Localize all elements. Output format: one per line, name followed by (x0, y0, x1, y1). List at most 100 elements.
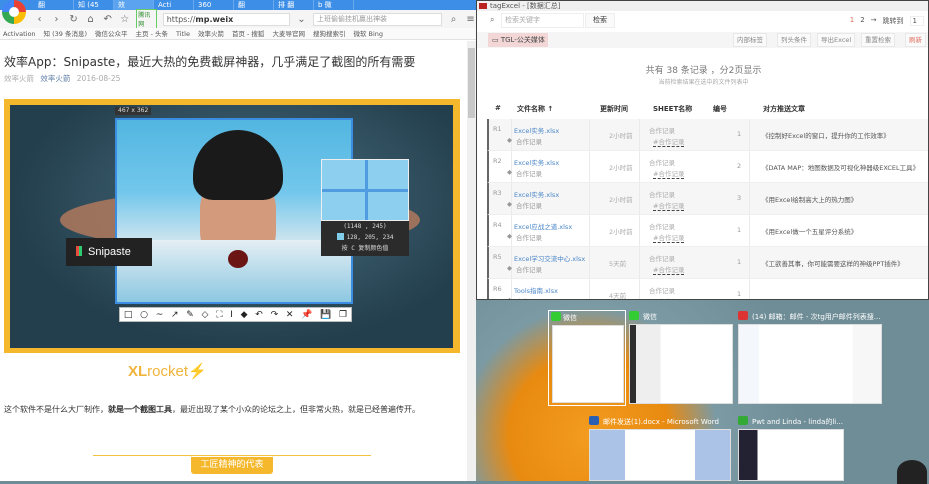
cell-file[interactable]: Excel学习交流中心.xlsx (514, 253, 585, 263)
column-divider (511, 215, 512, 246)
browser-tab[interactable]: 翻 (234, 0, 274, 10)
internal-tag-button[interactable]: 内部标签 (733, 33, 767, 47)
search-button[interactable]: 检索 (585, 13, 615, 28)
cell-file[interactable]: Excel实务.xlsx (514, 189, 559, 199)
url-prefix: https:// (166, 14, 196, 24)
window-thumb-wechat-2[interactable]: 微信 (629, 310, 733, 406)
window-thumb-linda[interactable]: Pwt and Linda - linda的li... (738, 415, 844, 481)
col-filename[interactable]: 文件名称 ↑ (517, 104, 553, 114)
column-filter-button[interactable]: 列头条件 (777, 33, 811, 47)
article-meta: 效率火箭 效率火箭 2016-08-25 (4, 73, 120, 84)
bookmark-item[interactable]: 大麦导官网 (272, 28, 305, 39)
bookmark-item[interactable]: 微信公众平 (95, 28, 128, 39)
dropdown-icon[interactable]: ⌄ (296, 14, 307, 25)
col-sheet[interactable]: SHEET名称 (653, 104, 692, 114)
table-row[interactable]: R1 Excel实务.xlsx ◆ 合作记录 2小时前 合作记录 #合作记录 1 《控制好Exc… (487, 119, 928, 151)
snip-tool-icon: ⛶ (216, 309, 223, 320)
snip-tool-icon: ○ (140, 309, 148, 320)
cell-sheet: 合作记录 (649, 191, 675, 199)
menu-icon[interactable]: ≡ (465, 14, 476, 25)
address-bar[interactable]: https://mp.weix (162, 12, 290, 26)
cell-num: 1 (737, 226, 742, 234)
star-icon[interactable]: ☆ (119, 14, 130, 25)
window-thumb-word[interactable]: 邮件发送(1).docx - Microsoft Word (589, 415, 731, 481)
next-page[interactable]: → (871, 16, 877, 26)
column-divider (639, 247, 640, 278)
cell-file[interactable]: Excel应战之道.xlsx (514, 221, 572, 231)
snip-tool-icon: ◆ (240, 309, 248, 320)
cell-num: 1 (737, 258, 742, 266)
tag-filter[interactable]: ▭ TGL-公关媒体 (488, 33, 548, 47)
back-icon[interactable]: ‹ (34, 14, 45, 25)
search-icon[interactable]: ⌕ (448, 14, 459, 25)
cell-file[interactable]: Tools指南.xlsx (514, 285, 558, 295)
reload-icon[interactable]: ↻ (68, 14, 79, 25)
table-row[interactable]: R2 Excel实务.xlsx ◆ 合作记录 2小时前 合作记录 #合作记录 2 《DATA M… (487, 151, 928, 183)
cell-id: R2 (493, 157, 502, 165)
refresh-button[interactable]: 刷新 (905, 33, 926, 47)
column-divider (511, 183, 512, 214)
browser-tab[interactable]: b 微 (314, 0, 354, 10)
cell-article: 《工欲善其事，你可能需要这样的神级PPT插件》 (762, 260, 904, 268)
column-divider (511, 119, 512, 150)
bookmark-item[interactable]: 微软 Bing (353, 28, 383, 39)
table-row[interactable]: R6Tools指南.xlsx◆合作记录4天前合作记录#合作记录1 (487, 279, 928, 299)
window-title: tagExcel - [数据汇总] (477, 1, 928, 11)
qq-penguin-icon[interactable] (897, 460, 927, 484)
bookmark-item[interactable]: 效率火箭 (198, 28, 224, 39)
page-1[interactable]: 1 (850, 16, 854, 26)
window-thumb-wechat-1[interactable]: 微信 (548, 310, 626, 406)
tag-icon: ◆ (507, 232, 512, 240)
snip-toolbar: □ ○ ~ ↗ ✎ ◇ ⛶ I ◆ ↶ ↷ ✕ 📌 💾 ❐ (119, 307, 352, 322)
home-icon[interactable]: ⌂ (85, 14, 96, 25)
bookmark-item[interactable]: 搜狗搜索引 (313, 28, 346, 39)
browser-logo-icon[interactable] (2, 0, 26, 24)
forward-icon[interactable]: › (51, 14, 62, 25)
jump-input[interactable]: 1 (909, 16, 924, 26)
browser-tab[interactable]: 排 翻 (274, 0, 314, 10)
col-number[interactable]: 编号 (713, 104, 727, 114)
cell-id: R6 (493, 285, 502, 293)
cell-file[interactable]: Excel实务.xlsx (514, 157, 559, 167)
tag-icon: ▭ (492, 36, 501, 44)
table-row[interactable]: R4 Excel应战之道.xlsx ◆ 合作记录 2小时前 合作记录 #合作记录 1 《用Exc… (487, 215, 928, 247)
table-row[interactable]: R5 Excel学习交流中心.xlsx ◆ 合作记录 5天前 合作记录 #合作记录 1 《工欲善… (487, 247, 928, 279)
column-divider (749, 247, 750, 278)
cell-file[interactable]: Excel实务.xlsx (514, 125, 559, 135)
keyword-input[interactable]: 检索关键字 (501, 13, 584, 28)
account-link[interactable]: 效率火箭 (40, 74, 70, 83)
browser-tab[interactable]: 知 (45 (74, 0, 114, 10)
bookmark-item[interactable]: 首页 - 搜狐 (232, 28, 264, 39)
bookmark-item[interactable]: 主页 - 头条 (136, 28, 168, 39)
bookmark-item[interactable]: 知 (39 条消息) (44, 28, 87, 39)
col-updated[interactable]: 更新时间 (600, 104, 628, 114)
scrollbar-thumb[interactable] (468, 48, 475, 118)
export-excel-button[interactable]: 导出Excel (817, 33, 856, 47)
para-start: 这个软件不是什么大厂制作， (4, 405, 108, 414)
bookmark-item[interactable]: Activation (3, 28, 36, 39)
cell-article: 《用Excel绘制高大上的热力图》 (762, 196, 858, 204)
para-end: ，最近出现了某个小众的论坛之上，但非常火热，就是已经普遍传开。 (172, 405, 420, 414)
logo-bold: XL (128, 363, 148, 380)
bookmark-item[interactable]: Title (176, 28, 190, 39)
browser-toolbar: ‹ › ↻ ⌂ ↶ ☆ 腾讯网 https://mp.weix ⌄ 上班偷偷挂机… (0, 9, 476, 29)
col-index[interactable]: # (495, 104, 501, 112)
copy-hint: 按 C 复制颜色值 (341, 245, 389, 252)
browser-tab[interactable]: Acti (154, 0, 194, 10)
page-2[interactable]: 2 (860, 16, 864, 26)
search-input[interactable]: 上班偷偷挂机赢出神装 (312, 12, 442, 26)
column-divider (749, 151, 750, 182)
browser-tab[interactable]: 360 (194, 0, 234, 10)
selection-size-label: 467 x 362 (115, 107, 152, 115)
thumb-preview (552, 325, 624, 403)
app-icon (738, 416, 748, 425)
undo-close-icon[interactable]: ↶ (102, 14, 113, 25)
logo-text: rocket (147, 363, 189, 380)
window-thumb-mail[interactable]: (14) 邮箱：邮件 - 次tg用户邮件列表搜... (738, 310, 882, 406)
cell-sheet2: #合作记录 (653, 234, 685, 243)
section-divider (93, 455, 371, 456)
browser-tab[interactable]: 翻 (34, 0, 74, 10)
col-article[interactable]: 对方推送文章 (763, 104, 805, 114)
reset-search-button[interactable]: 重置检索 (861, 33, 895, 47)
table-row[interactable]: R3 Excel实务.xlsx ◆ 合作记录 2小时前 合作记录 #合作记录 3 《用Excel… (487, 183, 928, 215)
